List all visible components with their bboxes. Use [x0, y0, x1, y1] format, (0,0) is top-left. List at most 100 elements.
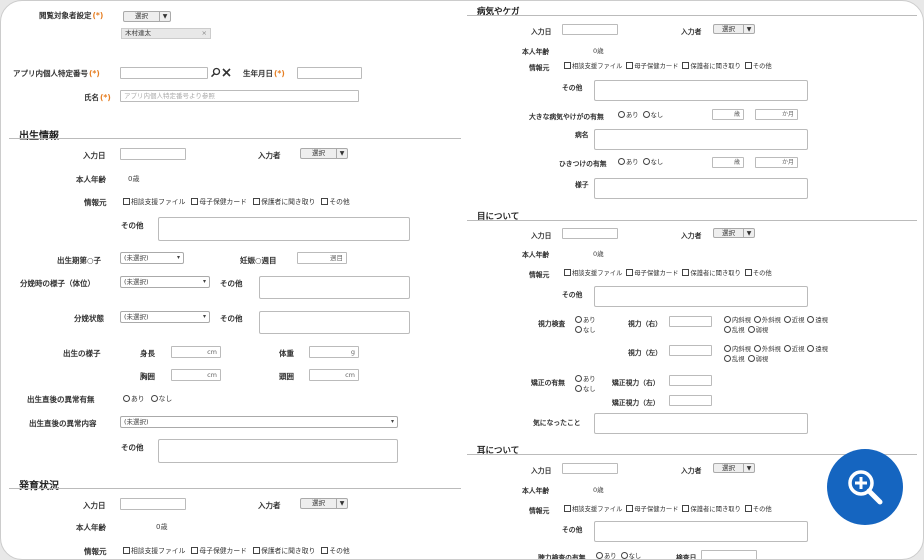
zoom-button[interactable] [827, 449, 903, 525]
major-illness-age-input[interactable]: 歳 [712, 109, 744, 120]
ear-inputter-select-button[interactable]: 選択 ▼ [713, 463, 755, 473]
ill-input-date-field[interactable] [562, 24, 618, 35]
opt-myopia[interactable]: 近視 [783, 316, 804, 326]
radio-yes[interactable]: あり [575, 375, 596, 383]
pregnancy-week-input[interactable]: 週目 [297, 252, 347, 264]
ill-inputter-select-button[interactable]: 選択 ▼ [713, 24, 755, 34]
chest-input[interactable]: cm [171, 369, 221, 381]
seizure-month-input[interactable]: か月 [755, 157, 798, 168]
radio-no[interactable]: なし [642, 110, 663, 119]
opt-hyperopia[interactable]: 遠視 [807, 345, 828, 355]
condition-textarea[interactable] [594, 178, 808, 199]
radio-yes[interactable]: あり [575, 316, 596, 324]
eye-input-date-field[interactable] [562, 228, 618, 239]
check-other[interactable]: その他 [744, 504, 772, 513]
radio-no[interactable]: なし [150, 393, 172, 403]
radio-yes[interactable]: あり [618, 157, 639, 166]
check-boshi[interactable]: 母子保健カード [626, 504, 678, 513]
birthdate-input[interactable] [297, 67, 362, 79]
check-other[interactable]: その他 [321, 545, 350, 555]
ill-other-textarea[interactable] [594, 80, 808, 101]
check-boshi[interactable]: 母子保健カード [191, 196, 247, 206]
height-label: 身長 [140, 349, 155, 358]
radio-yes[interactable]: あり [596, 551, 617, 559]
delivery-state-label: 分娩状態 [74, 314, 104, 323]
delivery-select[interactable]: (未選択) ▾ [120, 276, 210, 288]
radio-no[interactable]: なし [642, 157, 663, 166]
check-soudan[interactable]: 相談支援ファイル [123, 545, 185, 555]
opt-amblyopia[interactable]: 弱視 [747, 355, 768, 365]
opt-esotropia[interactable]: 内斜視 [724, 316, 751, 326]
check-hogosha[interactable]: 保護者に聞き取り [252, 545, 315, 555]
major-illness-radios: あり なし [618, 110, 669, 119]
personal-id-input[interactable] [120, 67, 208, 79]
opt-hyperopia[interactable]: 遠視 [807, 316, 828, 326]
birth-input-date-field[interactable] [120, 148, 186, 160]
appearance-label: 出生の様子 [63, 349, 101, 358]
check-hogosha[interactable]: 保護者に聞き取り [682, 268, 741, 277]
eye-other-textarea[interactable] [594, 286, 808, 307]
check-boshi[interactable]: 母子保健カード [191, 545, 247, 555]
check-soudan[interactable]: 相談支援ファイル [564, 504, 622, 513]
corrected-right-input[interactable] [669, 375, 712, 386]
height-input[interactable]: cm [171, 346, 221, 358]
check-boshi[interactable]: 母子保健カード [626, 61, 678, 70]
check-other[interactable]: その他 [744, 268, 772, 277]
birth-other-textarea[interactable] [158, 217, 410, 241]
ill-info-label: 情報元 [529, 64, 550, 72]
remove-tag-icon[interactable]: × [202, 29, 207, 38]
check-boshi[interactable]: 母子保健カード [626, 268, 678, 277]
concern-textarea[interactable] [594, 413, 808, 434]
birth-period-select[interactable]: (未選択) ▾ [120, 252, 184, 264]
birth-age-label: 本人年齢 [76, 175, 106, 184]
check-hogosha[interactable]: 保護者に聞き取り [252, 196, 315, 206]
test-date-input[interactable] [701, 550, 757, 559]
check-hogosha[interactable]: 保護者に聞き取り [682, 61, 741, 70]
opt-amblyopia[interactable]: 弱視 [747, 326, 768, 336]
abnormal-other-textarea[interactable] [158, 439, 398, 463]
check-soudan[interactable]: 相談支援ファイル [564, 268, 622, 277]
clear-icon[interactable] [222, 68, 231, 77]
dev-inputter-select-button[interactable]: 選択 ▼ [300, 498, 348, 509]
opt-myopia[interactable]: 近視 [783, 345, 804, 355]
opt-exotropia[interactable]: 外斜視 [753, 316, 781, 326]
check-soudan[interactable]: 相談支援ファイル [123, 196, 185, 206]
opt-exotropia[interactable]: 外斜視 [753, 345, 781, 355]
vision-left-input[interactable] [669, 345, 712, 356]
radio-yes[interactable]: あり [618, 110, 639, 119]
check-hogosha[interactable]: 保護者に聞き取り [682, 504, 741, 513]
eye-inputter-select-button[interactable]: 選択 ▼ [713, 228, 755, 238]
check-other[interactable]: その他 [744, 61, 772, 70]
radio-no[interactable]: なし [575, 385, 596, 393]
radio-yes[interactable]: あり [123, 393, 145, 403]
corrected-left-input[interactable] [669, 395, 712, 406]
correction-label: 矯正の有無 [531, 379, 565, 387]
zoom-in-icon [848, 470, 883, 505]
delivery-state-select[interactable]: (未選択) ▾ [120, 311, 210, 323]
radio-no[interactable]: なし [575, 326, 596, 334]
ear-input-date-field[interactable] [562, 463, 618, 474]
opt-astigmatism[interactable]: 乱視 [724, 326, 745, 336]
disease-name-textarea[interactable] [594, 129, 808, 150]
vision-right-input[interactable] [669, 316, 712, 327]
birth-period-label: 出生期第○子 [57, 256, 102, 265]
search-icon[interactable] [210, 67, 221, 78]
ill-other-label: その他 [562, 84, 583, 92]
head-input[interactable]: cm [309, 369, 359, 381]
opt-esotropia[interactable]: 内斜視 [724, 345, 751, 355]
birth-inputter-select-button[interactable]: 選択 ▼ [300, 148, 348, 159]
seizure-age-input[interactable]: 歳 [712, 157, 744, 168]
state-other-textarea[interactable] [259, 311, 410, 334]
viewer-select-button[interactable]: 選択 ▼ [123, 11, 171, 22]
radio-no[interactable]: なし [620, 551, 641, 559]
dev-input-date-field[interactable] [120, 498, 186, 510]
check-soudan[interactable]: 相談支援ファイル [564, 61, 622, 70]
check-other[interactable]: その他 [321, 196, 350, 206]
major-illness-month-input[interactable]: か月 [755, 109, 798, 120]
delivery-other-textarea[interactable] [259, 276, 410, 299]
ear-other-textarea[interactable] [594, 521, 808, 542]
weight-input[interactable]: g [309, 346, 359, 358]
opt-astigmatism[interactable]: 乱視 [724, 355, 745, 365]
birth-info-checks: 相談支援ファイル 母子保健カード 保護者に聞き取り その他 [123, 196, 356, 206]
abnormal-content-select[interactable]: (未選択) ▾ [120, 416, 398, 428]
